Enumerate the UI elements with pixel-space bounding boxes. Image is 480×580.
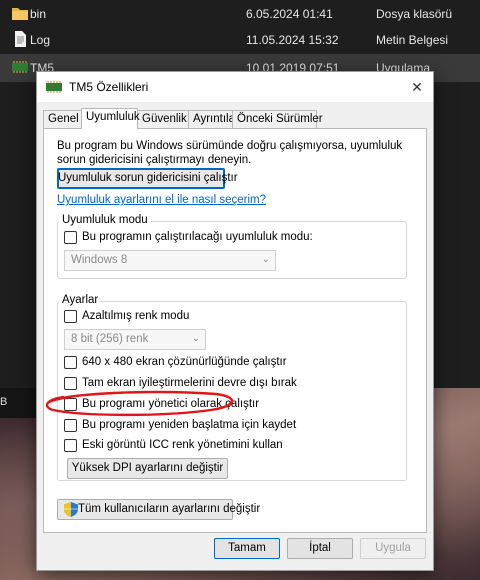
resolution-label: 640 x 480 ekran çözünürlüğünde çalıştır bbox=[82, 356, 287, 368]
folder-icon bbox=[12, 8, 28, 20]
tab-compatibility[interactable]: Uyumluluk bbox=[81, 108, 140, 129]
compat-mode-select-value: Windows 8 bbox=[71, 254, 128, 266]
cancel-button[interactable]: İptal bbox=[287, 538, 353, 559]
file-row-log[interactable]: Log 11.05.2024 15:32 Metin Belgesi bbox=[0, 26, 480, 54]
close-icon: ✕ bbox=[411, 79, 423, 95]
file-type: Dosya klasörü bbox=[376, 7, 453, 21]
icc-color-label: Eski görüntü ICC renk yönetimini kullan bbox=[82, 439, 283, 451]
reduced-color-checkbox[interactable] bbox=[64, 310, 77, 323]
file-row-bin[interactable]: bin 6.05.2024 01:41 Dosya klasörü bbox=[0, 0, 480, 28]
file-date: 6.05.2024 01:41 bbox=[246, 7, 333, 21]
fullscreen-opt-row[interactable]: Tam ekran iyileştirmelerini devre dışı b… bbox=[64, 376, 364, 392]
tab-security[interactable]: Güvenlik bbox=[137, 110, 189, 128]
resolution-row[interactable]: 640 x 480 ekran çözünürlüğünde çalıştır bbox=[64, 355, 364, 371]
compat-mode-checkbox-label: Bu programın çalıştırılacağı uyumluluk m… bbox=[82, 231, 313, 243]
tab-previous-versions[interactable]: Önceki Sürümler bbox=[232, 110, 323, 128]
file-type: Metin Belgesi bbox=[376, 33, 449, 47]
reduced-color-row[interactable]: Azaltılmış renk modu bbox=[64, 309, 264, 325]
application-icon bbox=[12, 61, 28, 73]
high-dpi-button[interactable]: Yüksek DPI ayarlarını değiştir bbox=[67, 458, 228, 479]
compat-mode-label: Uyumluluk modu bbox=[59, 214, 151, 226]
run-as-admin-checkbox[interactable] bbox=[64, 398, 77, 411]
file-name: bin bbox=[30, 7, 47, 21]
run-troubleshooter-button[interactable]: Uyumluluk sorun gidericisini çalıştır bbox=[57, 168, 238, 189]
tab-general[interactable]: Genel bbox=[43, 110, 82, 128]
background-window-edge: B bbox=[0, 388, 40, 418]
icc-color-row[interactable]: Eski görüntü ICC renk yönetimini kullan bbox=[64, 438, 364, 454]
ok-button[interactable]: Tamam bbox=[214, 538, 280, 559]
resolution-checkbox[interactable] bbox=[64, 356, 77, 369]
compat-mode-select[interactable]: Windows 8 ⌄ bbox=[64, 250, 276, 271]
reduced-color-label: Azaltılmış renk modu bbox=[82, 310, 190, 322]
dialog-title: TM5 Özellikleri bbox=[69, 80, 149, 94]
uac-shield-icon bbox=[64, 502, 78, 517]
run-as-admin-label: Bu programı yönetici olarak çalıştır bbox=[82, 398, 260, 410]
tab-details[interactable]: Ayrıntılar bbox=[188, 110, 239, 128]
compatibility-description: Bu program bu Windows sürümünde doğru ça… bbox=[57, 140, 403, 166]
run-as-admin-row[interactable]: Bu programı yönetici olarak çalıştır bbox=[64, 397, 364, 413]
compatibility-panel: Bu program bu Windows sürümünde doğru ça… bbox=[43, 128, 427, 533]
restart-register-row[interactable]: Bu programı yeniden başlatma için kaydet bbox=[64, 418, 364, 434]
all-users-label: Tüm kullanıcıların ayarlarını değiştir bbox=[78, 503, 261, 515]
fullscreen-opt-checkbox[interactable] bbox=[64, 377, 77, 390]
title-bar[interactable]: TM5 Özellikleri ✕ bbox=[37, 72, 433, 102]
fullscreen-opt-label: Tam ekran iyileştirmelerini devre dışı b… bbox=[82, 377, 297, 389]
icc-color-checkbox[interactable] bbox=[64, 439, 77, 452]
restart-register-checkbox[interactable] bbox=[64, 419, 77, 432]
all-users-button[interactable]: Tüm kullanıcıların ayarlarını değiştir bbox=[57, 499, 260, 520]
chevron-down-icon: ⌄ bbox=[261, 254, 270, 265]
settings-group-label: Ayarlar bbox=[59, 294, 102, 306]
file-name: Log bbox=[30, 33, 51, 47]
file-date: 11.05.2024 15:32 bbox=[246, 33, 339, 47]
manual-settings-link[interactable]: Uyumluluk ayarlarını el ile nasıl seçeri… bbox=[57, 194, 266, 206]
compat-mode-checkbox-row[interactable]: Bu programın çalıştırılacağı uyumluluk m… bbox=[64, 230, 364, 246]
apply-button[interactable]: Uygula bbox=[360, 538, 426, 559]
chevron-down-icon: ⌄ bbox=[191, 333, 200, 344]
restart-register-label: Bu programı yeniden başlatma için kaydet bbox=[82, 419, 297, 431]
edge-text: B bbox=[0, 396, 8, 408]
color-depth-value: 8 bit (256) renk bbox=[71, 333, 149, 345]
application-icon bbox=[46, 81, 62, 93]
text-document-icon bbox=[15, 31, 26, 47]
properties-dialog: TM5 Özellikleri ✕ Genel Uyumluluk Güvenl… bbox=[36, 71, 434, 571]
color-depth-select[interactable]: 8 bit (256) renk ⌄ bbox=[64, 329, 206, 350]
compat-mode-checkbox[interactable] bbox=[64, 231, 77, 244]
close-button[interactable]: ✕ bbox=[401, 72, 433, 102]
